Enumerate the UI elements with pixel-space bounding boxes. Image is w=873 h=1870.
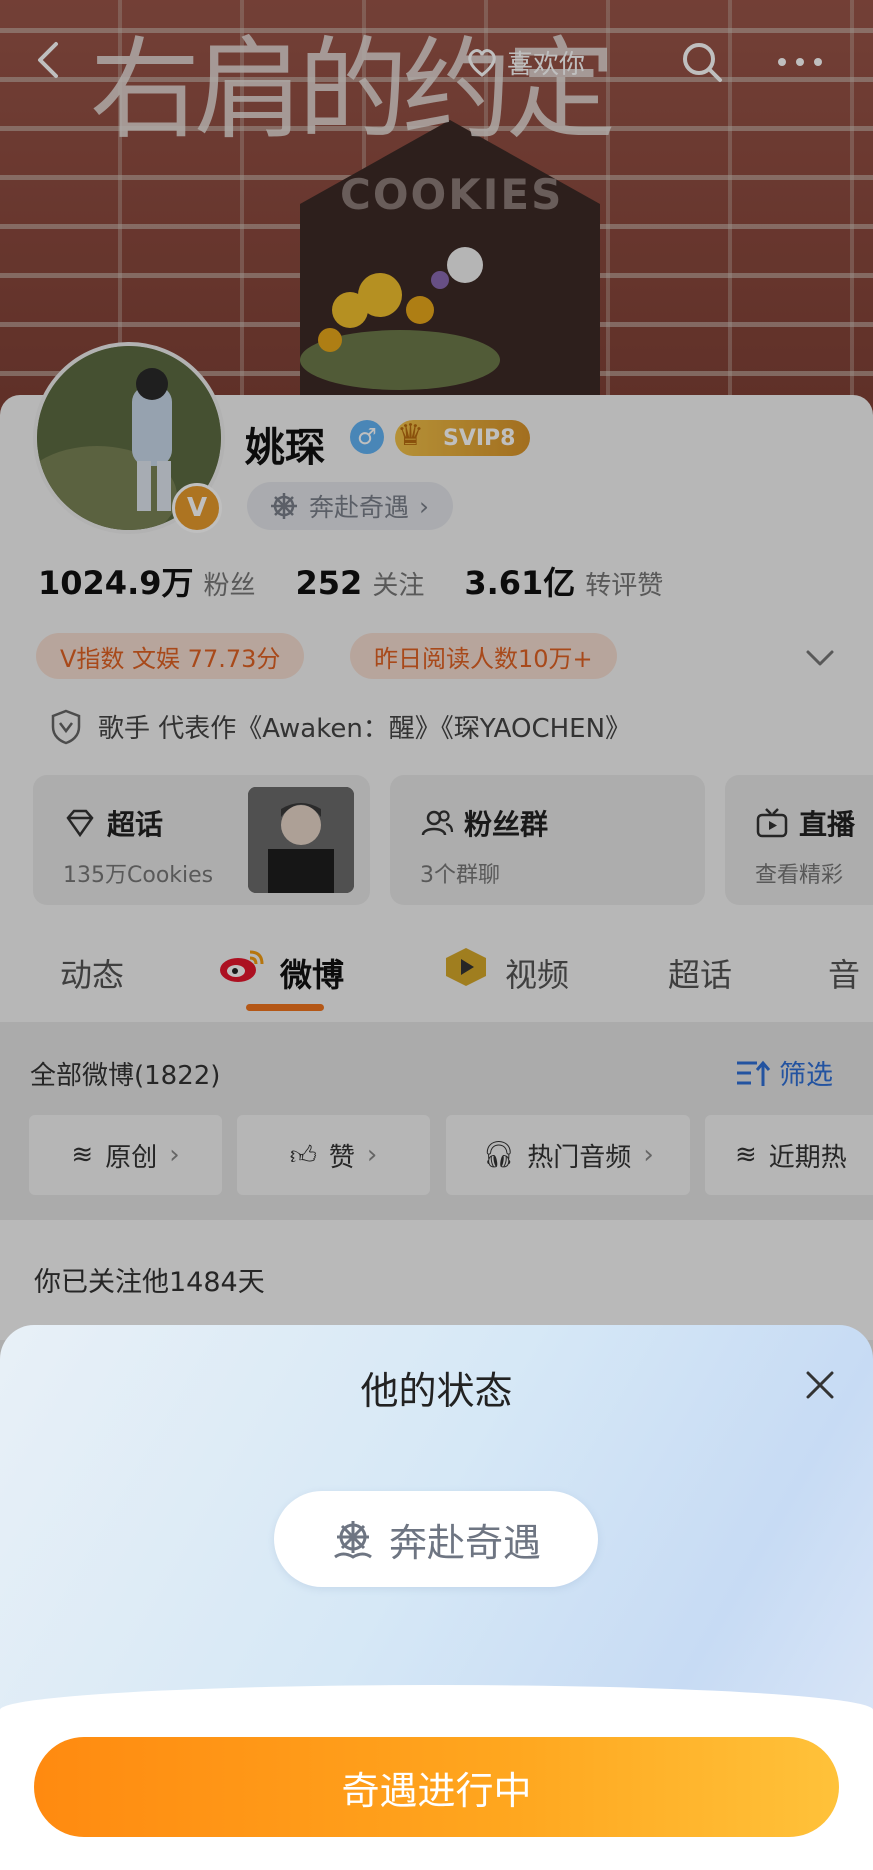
filter-button[interactable]: 筛选 xyxy=(735,1053,833,1092)
active-tab-indicator xyxy=(246,1004,324,1011)
flowers-decoration xyxy=(300,247,500,390)
chevron-right-icon: › xyxy=(366,1140,378,1170)
wheel-icon xyxy=(334,1521,372,1559)
profile-name: 姚琛 xyxy=(245,425,325,471)
video-tab-icon xyxy=(442,946,490,992)
card-sub: 查看精彩 xyxy=(755,863,844,888)
status-label: 奔赴奇遇 xyxy=(309,493,410,522)
chevron-right-icon: › xyxy=(169,1140,180,1170)
chip-recent-hot[interactable]: ≋ 近期热 xyxy=(705,1115,873,1195)
diamond-icon xyxy=(66,809,94,838)
chip-hot-audio[interactable]: 🎧︎ 热门音频 › xyxy=(446,1115,690,1195)
heart-badge-icon xyxy=(468,49,496,77)
all-weibo-count: 全部微博(1822) xyxy=(30,1061,221,1091)
status-display: 奔赴奇遇 xyxy=(274,1491,598,1587)
close-icon[interactable] xyxy=(800,1365,840,1405)
chip-likes[interactable]: 👍︎ 赞 › xyxy=(237,1115,430,1195)
chevron-right-icon: › xyxy=(643,1140,654,1170)
people-icon xyxy=(421,810,454,836)
like-label: 喜欢你 xyxy=(507,49,586,80)
search-icon[interactable] xyxy=(680,40,724,84)
bio-row: 歌手 代表作《Awaken：醒》《琛YAOCHEN》 xyxy=(50,708,631,745)
reads-tag[interactable]: 昨日阅读人数10万+ xyxy=(350,633,617,679)
shield-icon xyxy=(51,709,81,744)
v-index-tag[interactable]: V指数 文娱 77.73分 xyxy=(36,633,305,679)
status-pill[interactable]: 奔赴奇遇 › xyxy=(247,482,454,530)
chevron-right-icon: › xyxy=(419,491,430,521)
stat-following[interactable]: 252 关注 xyxy=(296,564,425,602)
layers-icon: ≋ xyxy=(735,1140,757,1170)
status-big-label: 奔赴奇遇 xyxy=(388,1520,541,1565)
headphones-icon: 🎧︎ xyxy=(482,1140,516,1170)
back-arrow-icon[interactable] xyxy=(30,40,70,80)
like-you-button[interactable]: 喜欢你 xyxy=(465,40,625,84)
tv-icon xyxy=(756,808,788,838)
sign-text: COOKIES xyxy=(340,170,564,219)
adventure-in-progress-button[interactable]: 奇遇进行中 xyxy=(34,1737,839,1837)
weibo-logo-icon xyxy=(218,946,266,990)
supertopic-thumbnail xyxy=(248,787,354,893)
filter-label: 筛选 xyxy=(779,1060,833,1091)
tab-video[interactable]: 视频 xyxy=(505,950,569,996)
crown-icon: ♛ xyxy=(397,418,424,453)
tab-weibo[interactable]: 微博 xyxy=(280,950,344,996)
wheel-icon xyxy=(271,493,297,519)
card-title: 直播 xyxy=(799,808,856,841)
card-sub: 3个群聊 xyxy=(420,863,500,888)
filter-icon xyxy=(737,1060,771,1086)
bio-text: 歌手 代表作《Awaken：醒》《琛YAOCHEN》 xyxy=(98,714,632,744)
chevron-down-icon[interactable] xyxy=(802,640,838,676)
profile-tabs xyxy=(0,940,873,1020)
stat-followers[interactable]: 1024.9万 粉丝 xyxy=(38,558,256,604)
profile-stats: 1024.9万 粉丝 252 关注 3.61亿 转评赞 xyxy=(38,558,663,604)
card-live[interactable]: 直播 查看精彩 xyxy=(725,775,873,905)
chip-original[interactable]: ≋ 原创 › xyxy=(29,1115,222,1195)
follow-duration: 你已关注他1484天 xyxy=(34,1267,265,1298)
tab-music[interactable]: 音 xyxy=(828,950,860,996)
card-title: 粉丝群 xyxy=(464,808,549,841)
card-fan-group[interactable]: 粉丝群 3个群聊 xyxy=(390,775,705,905)
more-icon[interactable] xyxy=(775,52,825,72)
thumbs-up-icon: 👍︎ xyxy=(289,1140,317,1171)
verified-badge-icon: V xyxy=(172,483,222,533)
card-sub: 135万Cookies xyxy=(63,863,214,888)
sheet-title: 他的状态 xyxy=(360,1369,513,1413)
card-title: 超话 xyxy=(107,808,164,841)
tab-supertopic[interactable]: 超话 xyxy=(668,950,732,996)
stat-interactions[interactable]: 3.61亿 转评赞 xyxy=(464,558,663,604)
tab-dynamics[interactable]: 动态 xyxy=(60,950,124,996)
layers-icon: ≋ xyxy=(71,1140,94,1170)
male-gender-icon: ♂ xyxy=(350,420,384,454)
